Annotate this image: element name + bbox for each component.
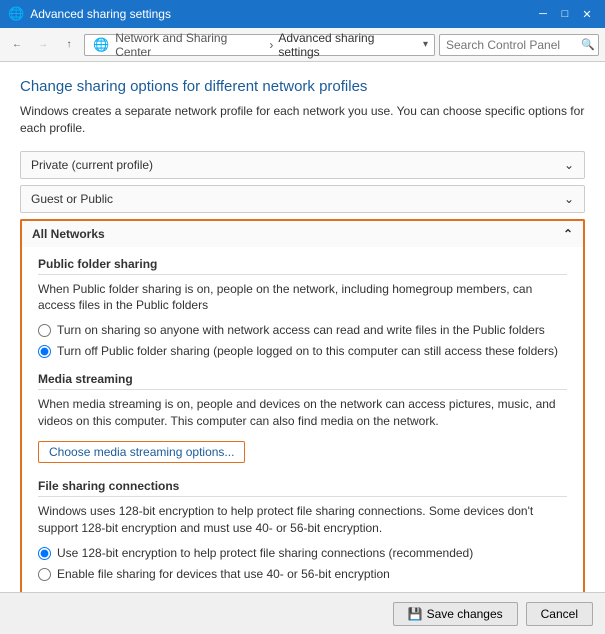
breadcrumb-network-center[interactable]: Network and Sharing Center <box>115 31 264 59</box>
address-bar: ← → ↑ 🌐 Network and Sharing Center › Adv… <box>0 28 605 62</box>
up-button[interactable]: ↑ <box>58 34 80 56</box>
save-icon: 💾 <box>408 607 423 621</box>
enc40-label[interactable]: Enable file sharing for devices that use… <box>57 566 390 583</box>
breadcrumb: 🌐 Network and Sharing Center › Advanced … <box>84 34 435 56</box>
save-changes-button[interactable]: 💾 Save changes <box>393 602 518 626</box>
maximize-button[interactable]: □ <box>555 4 575 24</box>
page-title: Change sharing options for different net… <box>20 78 585 95</box>
breadcrumb-current: Advanced sharing settings <box>278 31 417 59</box>
cancel-button[interactable]: Cancel <box>526 602 593 626</box>
enc40-option: Enable file sharing for devices that use… <box>38 566 567 583</box>
enc40-radio[interactable] <box>38 568 51 581</box>
section-guest-label: Guest or Public <box>31 192 113 206</box>
breadcrumb-separator: › <box>269 38 273 52</box>
breadcrumb-dropdown[interactable]: ▾ <box>423 39 428 50</box>
file-sharing-section: File sharing connections Windows uses 12… <box>38 479 567 582</box>
page-description: Windows creates a separate network profi… <box>20 103 585 137</box>
pf-radio-off[interactable] <box>38 345 51 358</box>
pf-option-off: Turn off Public folder sharing (people l… <box>38 343 567 360</box>
close-button[interactable]: ✕ <box>577 4 597 24</box>
section-private-label: Private (current profile) <box>31 158 153 172</box>
media-streaming-title: Media streaming <box>38 372 567 390</box>
chevron-down-icon: ⌄ <box>564 158 574 172</box>
minimize-button[interactable]: ─ <box>533 4 553 24</box>
enc128-label[interactable]: Use 128-bit encryption to help protect f… <box>57 545 473 562</box>
chevron-down-icon: ⌄ <box>564 192 574 206</box>
back-button[interactable]: ← <box>6 34 28 56</box>
media-streaming-desc: When media streaming is on, people and d… <box>38 396 567 430</box>
pf-option-on: Turn on sharing so anyone with network a… <box>38 322 567 339</box>
public-folder-options: Turn on sharing so anyone with network a… <box>38 322 567 360</box>
pf-radio-on[interactable] <box>38 324 51 337</box>
media-streaming-section: Media streaming When media streaming is … <box>38 372 567 468</box>
section-all-networks-label: All Networks <box>32 227 105 241</box>
chevron-up-icon: ⌃ <box>563 227 573 241</box>
all-networks-body: Public folder sharing When Public folder… <box>20 247 585 634</box>
file-sharing-desc: Windows uses 128-bit encryption to help … <box>38 503 567 537</box>
pf-label-on[interactable]: Turn on sharing so anyone with network a… <box>57 322 545 339</box>
enc128-option: Use 128-bit encryption to help protect f… <box>38 545 567 562</box>
search-input[interactable] <box>439 34 599 56</box>
window-title: Advanced sharing settings <box>30 7 171 21</box>
main-content: Change sharing options for different net… <box>0 62 605 634</box>
bottom-bar: 💾 Save changes Cancel <box>0 592 605 634</box>
public-folder-desc: When Public folder sharing is on, people… <box>38 281 567 315</box>
save-label: Save changes <box>427 607 503 621</box>
file-sharing-options: Use 128-bit encryption to help protect f… <box>38 545 567 583</box>
pf-label-off[interactable]: Turn off Public folder sharing (people l… <box>57 343 558 360</box>
public-folder-title: Public folder sharing <box>38 257 567 275</box>
section-all-networks[interactable]: All Networks ⌃ <box>20 219 585 247</box>
section-private[interactable]: Private (current profile) ⌄ <box>20 151 585 179</box>
section-guest-public[interactable]: Guest or Public ⌄ <box>20 185 585 213</box>
search-icon: 🔍 <box>581 38 595 51</box>
file-sharing-title: File sharing connections <box>38 479 567 497</box>
forward-button[interactable]: → <box>32 34 54 56</box>
window-icon: 🌐 <box>8 6 24 22</box>
media-streaming-button[interactable]: Choose media streaming options... <box>38 441 245 463</box>
title-bar: 🌐 Advanced sharing settings ─ □ ✕ <box>0 0 605 28</box>
breadcrumb-icon: 🌐 <box>93 37 109 53</box>
public-folder-section: Public folder sharing When Public folder… <box>38 257 567 360</box>
enc128-radio[interactable] <box>38 547 51 560</box>
